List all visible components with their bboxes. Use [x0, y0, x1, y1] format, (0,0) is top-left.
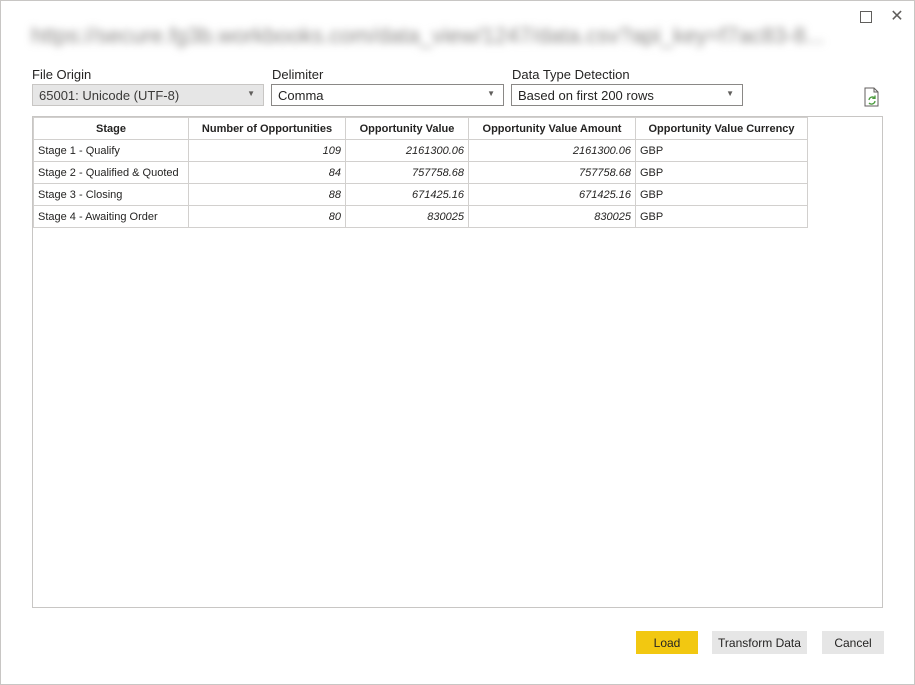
column-header-opportunity-value-amount: Opportunity Value Amount — [468, 117, 636, 140]
cell-opportunity-value-currency: GBP — [635, 205, 808, 228]
column-header-number-of-opportunities: Number of Opportunities — [188, 117, 346, 140]
cell-stage: Stage 4 - Awaiting Order — [33, 205, 189, 228]
close-button[interactable]: ✕ — [887, 7, 907, 27]
cell-stage: Stage 3 - Closing — [33, 183, 189, 206]
maximize-icon — [860, 11, 872, 23]
cell-opportunity-value-currency: GBP — [635, 183, 808, 206]
column-header-stage: Stage — [33, 117, 189, 140]
table-row: Stage 1 - Qualify 109 2161300.06 2161300… — [33, 139, 808, 162]
load-button[interactable]: Load — [636, 631, 698, 654]
delimiter-label: Delimiter — [272, 67, 324, 82]
table-header-row: Stage Number of Opportunities Opportunit… — [33, 117, 808, 140]
cell-opportunity-value: 2161300.06 — [345, 139, 469, 162]
chevron-down-icon: ▼ — [726, 89, 734, 98]
cell-opportunity-value: 830025 — [345, 205, 469, 228]
maximize-button[interactable] — [856, 7, 876, 27]
cell-number-of-opportunities: 109 — [188, 139, 346, 162]
cell-stage: Stage 2 - Qualified & Quoted — [33, 161, 189, 184]
refresh-icon[interactable] — [863, 87, 881, 107]
cell-opportunity-value-currency: GBP — [635, 161, 808, 184]
file-origin-select[interactable]: 65001: Unicode (UTF-8) ▼ — [32, 84, 264, 106]
cell-number-of-opportunities: 80 — [188, 205, 346, 228]
dialog-title-blurred: https://secure.fg3b.workbooks.com/data_v… — [31, 23, 825, 48]
table-row: Stage 4 - Awaiting Order 80 830025 83002… — [33, 205, 808, 228]
column-header-opportunity-value: Opportunity Value — [345, 117, 469, 140]
close-icon: ✕ — [890, 8, 904, 25]
cell-opportunity-value-amount: 671425.16 — [468, 183, 636, 206]
table-row: Stage 3 - Closing 88 671425.16 671425.16… — [33, 183, 808, 206]
delimiter-value: Comma — [278, 87, 324, 103]
cell-opportunity-value-currency: GBP — [635, 139, 808, 162]
cell-number-of-opportunities: 84 — [188, 161, 346, 184]
data-type-detection-select[interactable]: Based on first 200 rows ▼ — [511, 84, 743, 106]
cancel-button[interactable]: Cancel — [822, 631, 884, 654]
csv-import-dialog: https://secure.fg3b.workbooks.com/data_v… — [0, 0, 915, 685]
cell-stage: Stage 1 - Qualify — [33, 139, 189, 162]
table-row: Stage 2 - Qualified & Quoted 84 757758.6… — [33, 161, 808, 184]
file-origin-label: File Origin — [32, 67, 92, 82]
cell-opportunity-value: 671425.16 — [345, 183, 469, 206]
data-type-detection-value: Based on first 200 rows — [518, 87, 654, 103]
data-type-detection-label: Data Type Detection — [512, 67, 630, 82]
file-origin-value: 65001: Unicode (UTF-8) — [39, 87, 180, 103]
chevron-down-icon: ▼ — [487, 89, 495, 98]
transform-data-button[interactable]: Transform Data — [712, 631, 807, 654]
cell-opportunity-value-amount: 2161300.06 — [468, 139, 636, 162]
cell-opportunity-value-amount: 757758.68 — [468, 161, 636, 184]
cell-number-of-opportunities: 88 — [188, 183, 346, 206]
cell-opportunity-value: 757758.68 — [345, 161, 469, 184]
column-header-opportunity-value-currency: Opportunity Value Currency — [635, 117, 808, 140]
cell-opportunity-value-amount: 830025 — [468, 205, 636, 228]
data-preview-pane[interactable]: Stage Number of Opportunities Opportunit… — [32, 116, 883, 608]
delimiter-select[interactable]: Comma ▼ — [271, 84, 504, 106]
data-preview-table: Stage Number of Opportunities Opportunit… — [33, 117, 808, 228]
chevron-down-icon: ▼ — [247, 89, 255, 98]
